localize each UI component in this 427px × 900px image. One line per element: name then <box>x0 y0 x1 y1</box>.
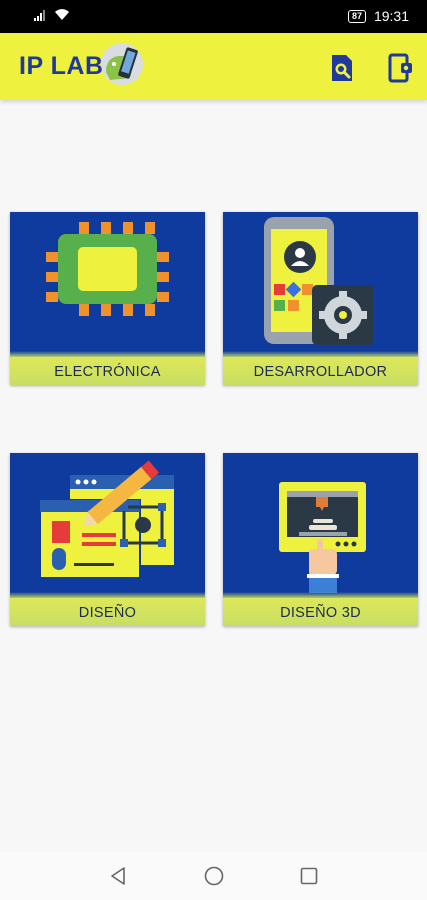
card-label: DISEÑO 3D <box>223 592 418 626</box>
back-icon[interactable] <box>108 865 130 887</box>
android-logo-icon <box>101 43 143 85</box>
card-label: DESARROLLADOR <box>223 351 418 385</box>
recent-apps-icon[interactable] <box>298 865 320 887</box>
mobile-developer-icon <box>264 217 374 345</box>
design-icon <box>39 460 174 579</box>
navigation-bar <box>0 852 427 900</box>
card-diseno-3d[interactable]: DISEÑO 3D <box>223 453 418 626</box>
search-document-icon[interactable] <box>328 53 356 83</box>
home-icon[interactable] <box>203 865 225 887</box>
exit-icon[interactable] <box>386 53 414 83</box>
app-title: IP LAB <box>19 52 104 80</box>
card-diseno[interactable]: DISEÑO <box>10 453 205 626</box>
3d-printer-icon <box>279 482 366 593</box>
wifi-icon <box>55 9 69 20</box>
clock: 19:31 <box>373 8 409 24</box>
app-bar: IP LAB <box>0 33 427 100</box>
signal-icon <box>34 10 45 21</box>
status-bar: 87 19:31 <box>0 0 427 33</box>
card-electronica[interactable]: ELECTRÓNICA <box>10 212 205 385</box>
card-label: DISEÑO <box>10 592 205 626</box>
card-desarrollador[interactable]: DESARROLLADOR <box>223 212 418 385</box>
card-label: ELECTRÓNICA <box>10 351 205 385</box>
battery-icon: 87 <box>347 9 366 23</box>
chip-icon <box>46 222 169 316</box>
